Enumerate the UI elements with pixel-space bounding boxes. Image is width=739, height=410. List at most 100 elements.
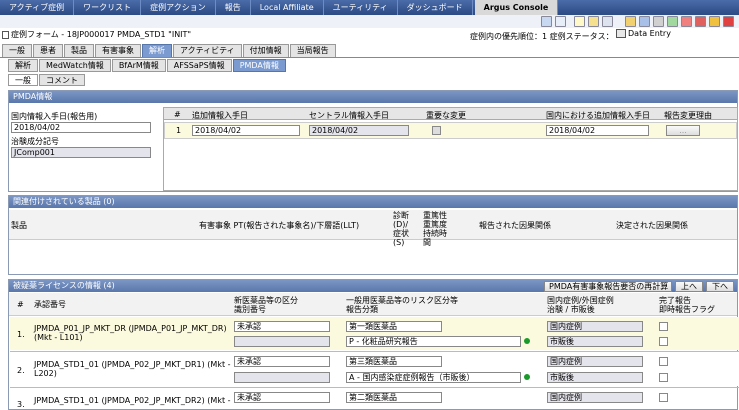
report-category-input[interactable]: P - 化粧品研究報告 — [346, 336, 521, 347]
toolbar — [0, 15, 739, 28]
move-down-button[interactable]: 下へ — [706, 281, 734, 292]
status-dot-icon — [524, 374, 530, 380]
receipt-date-input[interactable]: 2018/04/02 — [11, 122, 151, 133]
col-domestic-foreign: 国内症例/外国症例 — [547, 296, 614, 305]
col-risk-category: 一般用医薬品等のリスク区分等 — [346, 296, 458, 305]
col-domestic-followup-date: 国内における追加情報入手日 — [546, 111, 650, 120]
new-drug-category-input[interactable]: 未承認 — [234, 392, 330, 403]
lock-icon[interactable] — [709, 16, 720, 27]
subtab-bfarm[interactable]: BfArM情報 — [111, 59, 166, 72]
nav-tab-case-actions[interactable]: 症例アクション — [141, 0, 216, 15]
col-approval-number: 承認番号 — [34, 300, 66, 309]
followup-row-num: 1 — [176, 126, 182, 135]
tab-activities[interactable]: アクティビティ — [173, 44, 242, 57]
change-reason-button[interactable]: ... — [666, 125, 700, 136]
main-tabs: 一般 患者 製品 有害事象 解析 アクティビティ 付加情報 当局報告 — [2, 44, 337, 57]
status-icon — [616, 29, 626, 38]
license-row-num: 1. — [17, 330, 25, 339]
col-trial-market: 治験 / 市販後 — [547, 305, 595, 314]
subtab-medwatch[interactable]: MedWatch情報 — [39, 59, 111, 72]
nav-tab-reports[interactable]: 報告 — [216, 0, 251, 15]
identification-number-input[interactable] — [234, 336, 330, 347]
col-new-drug-category: 新医薬品等の区分 — [234, 296, 298, 305]
identification-number-input[interactable] — [234, 372, 330, 383]
nav-tab-local-affiliate[interactable]: Local Affiliate — [251, 0, 324, 15]
subtab-pmda-comments[interactable]: コメント — [39, 74, 85, 86]
status-dot-icon — [524, 338, 530, 344]
print-icon[interactable] — [653, 16, 664, 27]
col-num: # — [174, 110, 181, 119]
followup-table: # 追加情報入手日 セントラル情報入手日 重要な変更 国内における追加情報入手日… — [163, 107, 738, 191]
trial-market-input[interactable]: 市販後 — [547, 372, 643, 383]
pmda-info-panel: PMDA情報 国内情報入手日(報告用) 2018/04/02 治験成分記号 JC… — [8, 90, 738, 192]
complete-report-checkbox[interactable] — [659, 393, 668, 402]
nav-tab-argus-console[interactable]: Argus Console — [474, 0, 559, 15]
subtab-analysis[interactable]: 解析 — [8, 59, 38, 72]
risk-category-input[interactable]: 第一類医薬品 — [346, 321, 442, 332]
tab-analysis[interactable]: 解析 — [142, 44, 172, 57]
complete-report-checkbox[interactable] — [659, 357, 668, 366]
row-divider — [10, 387, 739, 388]
risk-category-input[interactable]: 第二類医薬品 — [346, 392, 442, 403]
refresh-icon[interactable] — [667, 16, 678, 27]
nav-tab-active-cases[interactable]: アクティブ症例 — [0, 0, 75, 15]
move-up-button[interactable]: 上へ — [675, 281, 703, 292]
subtab-pmda[interactable]: PMDA情報 — [232, 59, 286, 72]
stop-icon[interactable] — [695, 16, 706, 27]
followup-date-input[interactable]: 2018/04/02 — [192, 125, 300, 136]
col-product: 製品 — [11, 221, 27, 230]
search-icon[interactable] — [555, 16, 566, 27]
tab-product[interactable]: 製品 — [64, 44, 94, 57]
domestic-foreign-input[interactable]: 国内症例 — [547, 356, 643, 367]
nav-tab-utilities[interactable]: ユーティリティ — [324, 0, 398, 15]
immediate-report-checkbox[interactable] — [659, 373, 668, 382]
col-determined-causality: 決定された因果関係 — [616, 221, 688, 230]
open-case-icon[interactable] — [588, 16, 599, 27]
new-drug-category-input[interactable]: 未承認 — [234, 321, 330, 332]
alert-icon[interactable] — [681, 16, 692, 27]
immediate-report-checkbox[interactable] — [659, 337, 668, 346]
user-icon[interactable] — [541, 16, 552, 27]
domestic-followup-date-input[interactable]: 2018/04/02 — [546, 125, 649, 136]
tab-regulatory-reports[interactable]: 当局報告 — [289, 44, 336, 57]
related-products-header: 関連付けされている製品 (0) — [9, 196, 737, 208]
pmda-recalc-button[interactable]: PMDA有害事象報告要否の再計算 — [544, 281, 672, 292]
nav-tab-worklist[interactable]: ワークリスト — [74, 0, 142, 15]
license-approval-number: JPMDA_STD1_01 (JPMDA_P02_JP_MKT_DR1) (Mk… — [34, 360, 231, 378]
subtab-pmda-general[interactable]: 一般 — [8, 74, 38, 86]
license-row-num: 3. — [17, 400, 25, 409]
domestic-foreign-input[interactable]: 国内症例 — [547, 392, 643, 403]
col-identification-number: 識別番号 — [234, 305, 266, 314]
tab-general[interactable]: 一般 — [2, 44, 32, 57]
save-icon[interactable] — [639, 16, 650, 27]
trial-code-input[interactable]: JComp001 — [11, 147, 151, 158]
tab-event[interactable]: 有害事象 — [95, 44, 141, 57]
form-title-text: 症例フォーム - 18JP000017 PMDA_STD1 "INIT" — [11, 30, 192, 39]
col-immediate-report: 即時報告フラグ — [659, 305, 715, 314]
central-date-input[interactable]: 2018/04/02 — [309, 125, 409, 136]
analysis-subtabs: 解析 MedWatch情報 BfArM情報 AFSSaPS情報 PMDA情報 — [8, 59, 287, 72]
close-icon[interactable] — [723, 16, 734, 27]
tab-patient[interactable]: 患者 — [33, 44, 63, 57]
folder-icon[interactable] — [625, 16, 636, 27]
significant-change-checkbox[interactable] — [432, 126, 441, 135]
risk-category-input[interactable]: 第三類医薬品 — [346, 356, 442, 367]
col-complete-report: 完了報告 — [659, 296, 691, 305]
col-reported-causality: 報告された因果関係 — [479, 221, 551, 230]
new-case-icon[interactable] — [574, 16, 585, 27]
col-diagnosis: 診断(D)/症状(S) — [393, 211, 409, 247]
related-products-panel: 関連付けされている製品 (0) 製品 有害事象 PT(報告された事象名)/下層語… — [8, 195, 738, 275]
nav-tab-dashboard[interactable]: ダッシュボード — [398, 0, 473, 15]
col-seriousness: 重篤性 重篤度 持続時間 — [423, 211, 447, 247]
subtab-afssaps[interactable]: AFSSaPS情報 — [166, 59, 232, 72]
col-license-num: # — [17, 300, 24, 309]
license-approval-number: JPMDA_P01_JP_MKT_DR (JPMDA_P01_JP_MKT_DR… — [34, 324, 227, 342]
list-icon[interactable] — [602, 16, 613, 27]
tab-divider — [0, 57, 739, 58]
domestic-foreign-input[interactable]: 国内症例 — [547, 321, 643, 332]
trial-market-input[interactable]: 市販後 — [547, 336, 643, 347]
report-category-input[interactable]: A - 国内感染症症例報告（市販後） — [346, 372, 521, 383]
complete-report-checkbox[interactable] — [659, 322, 668, 331]
tab-additional-info[interactable]: 付加情報 — [242, 44, 289, 57]
new-drug-category-input[interactable]: 未承認 — [234, 356, 330, 367]
